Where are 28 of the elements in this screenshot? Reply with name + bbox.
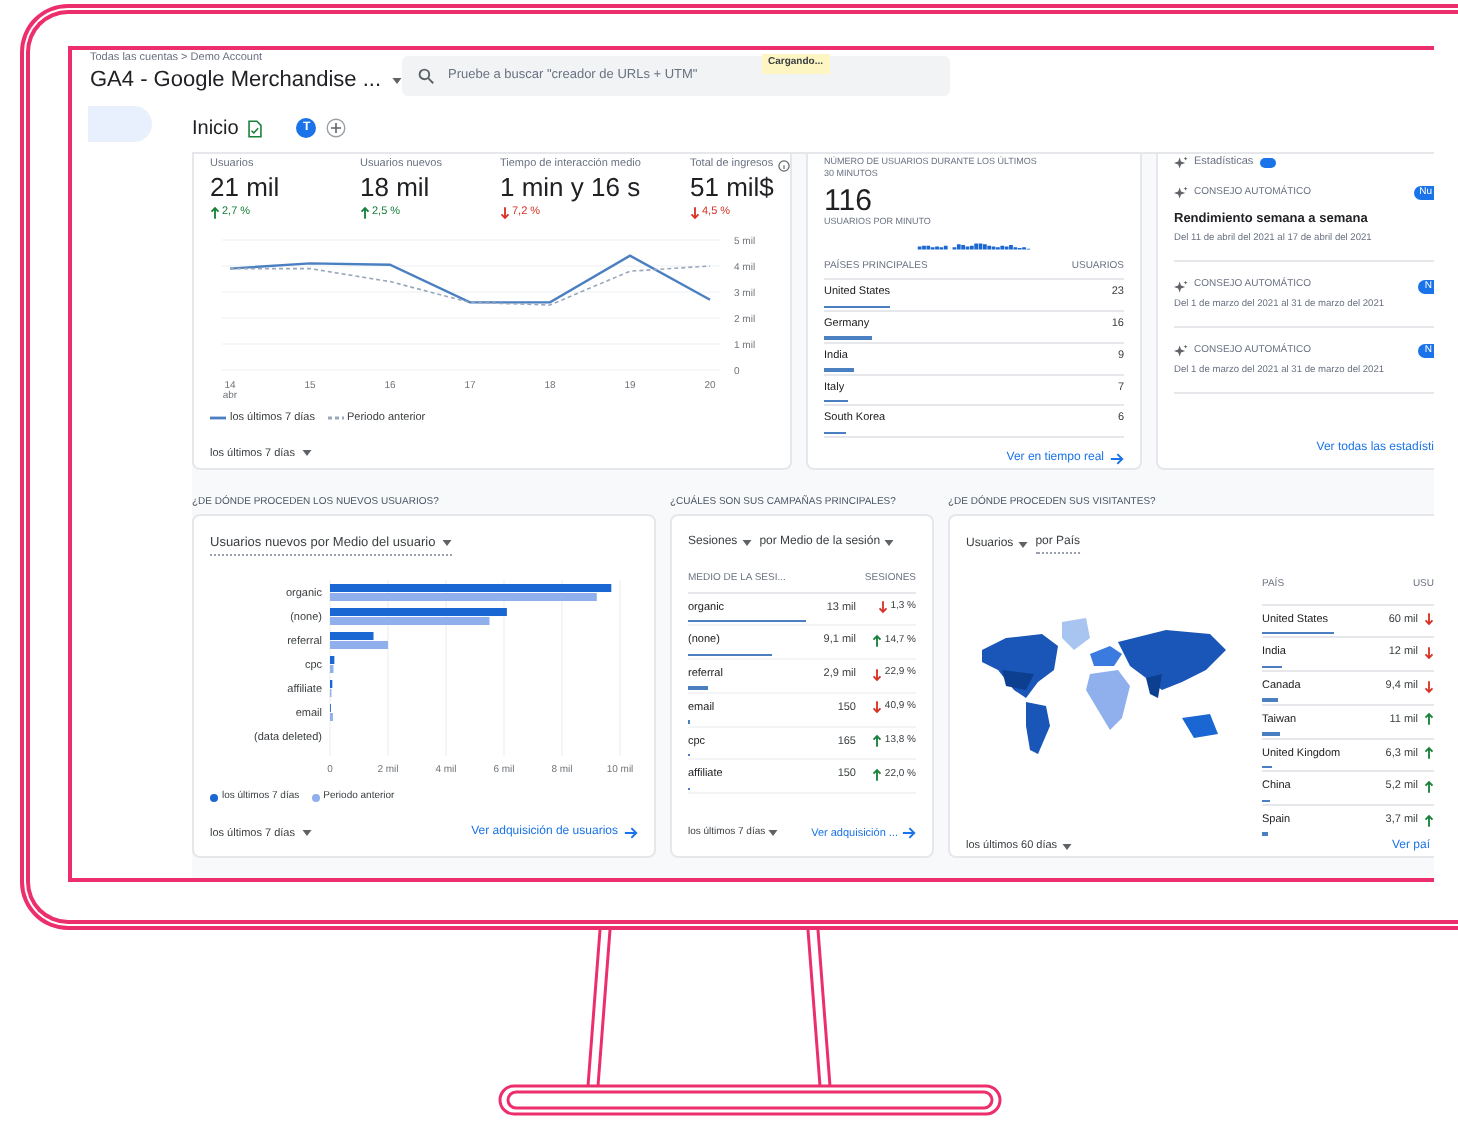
realtime-value: 116 (824, 186, 874, 216)
metric-value: 18 mil (360, 172, 432, 204)
sparkle-icon (1174, 344, 1188, 359)
sparkle-icon (1174, 155, 1188, 169)
arrow-right-icon (902, 826, 916, 841)
sparkle-icon (1174, 279, 1188, 294)
caret-icon (301, 830, 311, 837)
metric-value: 51 mil$ (690, 172, 776, 204)
page-title: Inicio (192, 115, 239, 143)
caret-icon (441, 540, 452, 547)
count-badge (1259, 157, 1276, 167)
metric-value: 21 mil (210, 172, 282, 204)
search-icon (418, 68, 434, 84)
caret-icon (1017, 541, 1028, 547)
caret-icon (767, 830, 778, 837)
caret-icon (301, 450, 311, 457)
document-check-icon (248, 119, 263, 137)
caret-icon (391, 77, 402, 83)
metric-value: 1 min y 16 s (500, 172, 643, 204)
info-icon[interactable] (777, 159, 790, 171)
caret-icon (884, 540, 895, 546)
caret-icon (741, 540, 752, 546)
arrow-right-icon (1110, 452, 1124, 466)
sparkle-icon (1174, 186, 1188, 201)
caret-icon (1061, 843, 1072, 850)
arrow-right-icon (624, 826, 638, 841)
property-selector[interactable]: GA4 - Google Merchandise ... (90, 66, 390, 94)
add-icon[interactable] (326, 118, 347, 138)
